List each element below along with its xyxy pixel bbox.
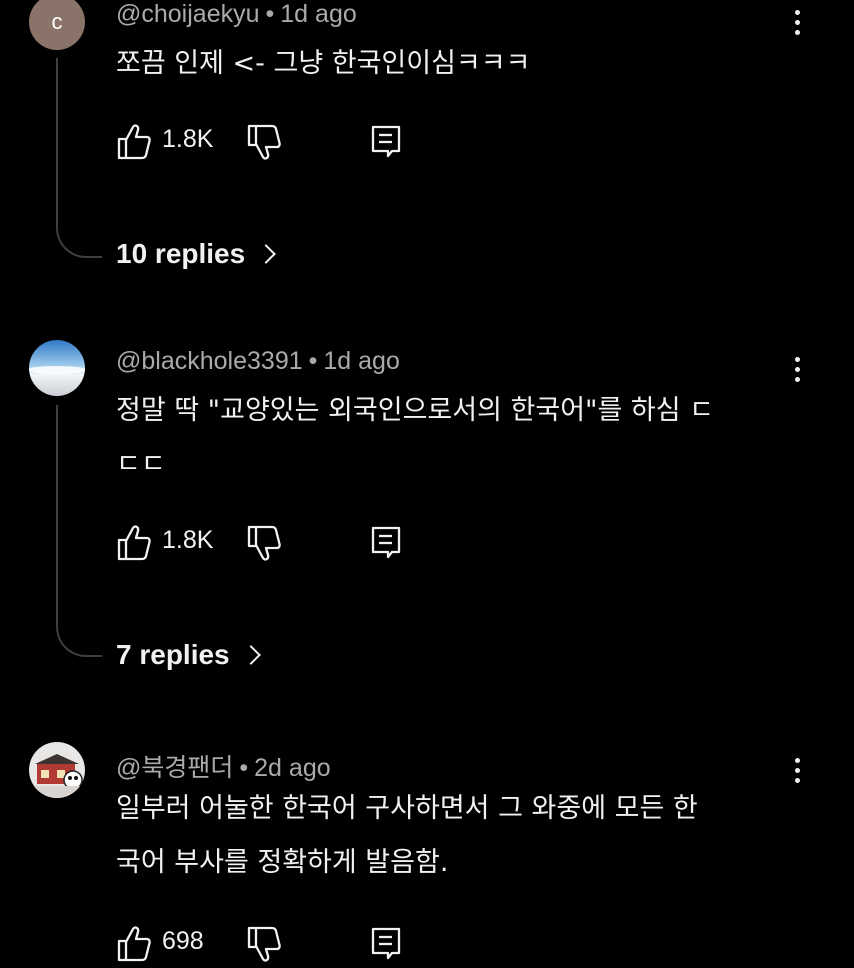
avatar-panda-image [29, 742, 85, 798]
comment-actions: 1.8K [116, 523, 416, 563]
timestamp: 1d ago [323, 347, 400, 375]
comment-actions: 1.8K [116, 122, 416, 162]
avatar[interactable]: c [29, 0, 85, 50]
author-name[interactable]: @choijaekyu [116, 0, 260, 28]
like-count: 1.8K [162, 526, 214, 554]
meta-separator: • [239, 754, 249, 782]
avatar-letter: c [51, 9, 63, 34]
comment-meta: @blackhole3391 • 1d ago [116, 347, 400, 376]
comment-actions: 698 [116, 924, 416, 964]
comment-text-line: ㄷㄷ [116, 449, 166, 480]
dislike-icon[interactable] [246, 122, 282, 166]
comment-text: 일부러 어눌한 한국어 구사하면서 그 와중에 모든 한 국어 부사를 정확하게… [116, 782, 786, 890]
view-replies-button[interactable]: 7 replies [116, 639, 261, 671]
meta-separator: • [308, 347, 318, 375]
dislike-icon[interactable] [246, 523, 282, 567]
like-count: 698 [162, 927, 204, 955]
chevron-right-icon [240, 645, 261, 665]
like-count: 1.8K [162, 125, 214, 153]
more-options-icon[interactable] [784, 2, 810, 42]
thread-line [56, 58, 102, 258]
comment-text-line: 국어 부사를 정확하게 발음함. [116, 847, 449, 878]
avatar[interactable] [29, 340, 85, 396]
replies-label: 7 replies [116, 639, 230, 670]
comment-meta: @choijaekyu • 1d ago [116, 0, 357, 29]
dislike-icon[interactable] [246, 924, 282, 968]
view-replies-button[interactable]: 10 replies [116, 238, 277, 270]
meta-separator: • [265, 0, 275, 28]
avatar-sky-image [29, 340, 85, 396]
like-icon[interactable] [116, 122, 152, 166]
comment-meta: @북경팬더 • 2d ago [116, 748, 331, 784]
comment-text: 쪼끔 인제 <- 그냥 한국인이심ㅋㅋㅋ [116, 37, 786, 91]
avatar[interactable] [29, 742, 85, 798]
chevron-right-icon [256, 244, 277, 264]
timestamp: 2d ago [254, 754, 331, 782]
reply-icon[interactable] [370, 122, 402, 166]
timestamp: 1d ago [280, 0, 357, 28]
comment-text-line: 정말 딱 "교양있는 외국인으로서의 한국어"를 하심 ㄷ [116, 395, 714, 426]
author-name[interactable]: @blackhole3391 [116, 347, 303, 375]
more-options-icon[interactable] [784, 750, 810, 790]
like-icon[interactable] [116, 924, 152, 968]
thread-line [56, 405, 102, 657]
comment-text: 정말 딱 "교양있는 외국인으로서의 한국어"를 하심 ㄷ ㄷㄷ [116, 384, 786, 492]
replies-label: 10 replies [116, 238, 246, 269]
reply-icon[interactable] [370, 924, 402, 968]
comment-text-line: 쪼끔 인제 <- 그냥 한국인이심ㅋㅋㅋ [116, 48, 531, 79]
comment-text-line: 일부러 어눌한 한국어 구사하면서 그 와중에 모든 한 [116, 793, 698, 824]
more-options-icon[interactable] [784, 349, 810, 389]
like-icon[interactable] [116, 523, 152, 567]
author-name[interactable]: @북경팬더 [116, 754, 233, 782]
reply-icon[interactable] [370, 523, 402, 567]
